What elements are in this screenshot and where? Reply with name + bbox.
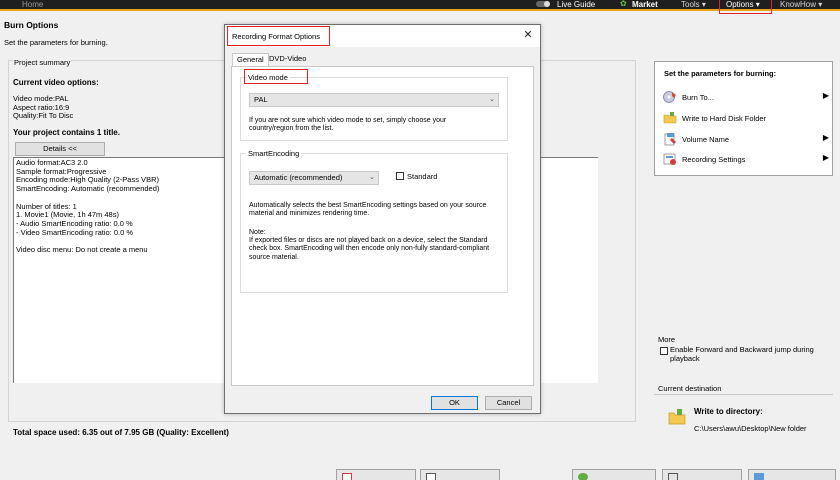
video-mode-help: If you are not sure which video mode to … [249, 117, 447, 133]
folder-icon [663, 112, 677, 124]
recording-settings-icon [663, 153, 676, 165]
burn-icon [668, 473, 678, 480]
video-mode-value: PAL [254, 95, 268, 104]
tab-general[interactable]: General [232, 53, 269, 67]
menu-tools[interactable]: Tools ▾ [681, 0, 706, 9]
top-menu-bar: Home Live Guide ✿ Market Tools ▾ Options… [0, 0, 840, 14]
destination-folder-icon [668, 409, 686, 425]
project-titles-count: Your project contains 1 title. [13, 128, 120, 137]
current-destination-label: Current destination [658, 384, 722, 393]
close-icon[interactable]: ✕ [521, 28, 535, 42]
smartencoding-group: SmartEncoding Automatic (recommended) ⌄ … [240, 149, 508, 293]
smartencoding-select[interactable]: Automatic (recommended) ⌄ [249, 171, 379, 185]
video-mode-group: Video mode PAL ⌄ If you are not sure whi… [240, 69, 508, 141]
forward-backward-checkbox[interactable] [660, 347, 668, 355]
menu-options[interactable]: Options ▾ [726, 0, 760, 9]
current-video-options-title: Current video options: [13, 78, 99, 87]
volume-name-icon [664, 133, 676, 146]
standard-checkbox[interactable] [396, 172, 404, 180]
volume-name-label: Volume Name [682, 135, 730, 144]
write-to-hard-disk-item[interactable]: Write to Hard Disk Folder [663, 111, 829, 125]
market-icon: ✿ [620, 0, 627, 8]
page-title: Burn Options [4, 20, 59, 30]
current-video-options-list: Video mode:PAL Aspect ratio:16:9 Quality… [13, 94, 74, 121]
video-mode-select[interactable]: PAL ⌄ [249, 93, 499, 107]
tab-dvd-video[interactable]: DVD-Video [265, 53, 310, 66]
submenu-arrow-icon: ▶ [822, 133, 829, 142]
menu-home[interactable]: Home [22, 0, 43, 9]
menu-knowhow[interactable]: KnowHow ▾ [780, 0, 822, 9]
note-text: If exported files or discs are not playe… [249, 237, 490, 261]
burn-to-label: Burn To... [682, 93, 714, 102]
project-summary-heading: Project summary [13, 58, 72, 67]
destination-title: Write to directory: [694, 407, 763, 416]
smartencoding-help: Automatically selects the best SmartEnco… [249, 202, 487, 218]
burn-parameters-title: Set the parameters for burning: [664, 69, 777, 78]
submenu-arrow-icon: ▶ [822, 153, 829, 162]
dialog-titlebar[interactable]: Recording Format Options ✕ [225, 25, 540, 47]
submenu-arrow-icon: ▶ [822, 91, 829, 100]
video-mode-legend: Video mode [246, 73, 290, 82]
chevron-down-icon: ⌄ [369, 174, 375, 181]
destination-path: C:\Users\awu\Desktop\New folder [694, 424, 807, 433]
smartencoding-legend: SmartEncoding [246, 149, 302, 158]
volume-name-item[interactable]: Volume Name ▶ [663, 132, 829, 146]
recording-settings-item[interactable]: Recording Settings ▶ [663, 152, 829, 166]
toggle-icon[interactable] [536, 1, 550, 7]
chevron-down-icon: ⌄ [489, 96, 495, 103]
dialog-title: Recording Format Options [232, 32, 320, 41]
burn-to-item[interactable]: Burn To... ▶ [663, 90, 829, 104]
smartencoding-value: Automatic (recommended) [254, 173, 343, 182]
standard-label: Standard [407, 172, 438, 181]
option-line: Quality:Fit To Disc [13, 111, 74, 121]
menu-live-guide[interactable]: Live Guide [557, 0, 595, 9]
disc-burn-icon [663, 91, 676, 103]
save-icon [342, 473, 352, 480]
bottom-action-button-1[interactable] [336, 469, 416, 480]
menu-market[interactable]: Market [632, 0, 658, 9]
forward-backward-label: Enable Forward and Backward jump during … [670, 345, 814, 363]
cancel-button[interactable]: Cancel [485, 396, 532, 410]
write-icon [754, 473, 764, 480]
bottom-action-button-5[interactable] [748, 469, 836, 480]
burn-parameters-panel: Set the parameters for burning: Burn To.… [654, 61, 833, 176]
bottom-action-button-4[interactable] [662, 469, 742, 480]
back-icon [578, 473, 588, 480]
details-button[interactable]: Details << [15, 142, 105, 156]
bottom-action-button-3[interactable] [572, 469, 656, 480]
page-subtitle: Set the parameters for burning. [4, 38, 108, 47]
more-section-label: More [658, 335, 676, 344]
write-to-hard-disk-label: Write to Hard Disk Folder [682, 114, 767, 123]
note-label: Note: [249, 229, 266, 236]
general-tab-panel: Video mode PAL ⌄ If you are not sure whi… [231, 66, 534, 386]
recording-format-options-dialog: Recording Format Options ✕ General DVD-V… [224, 24, 541, 414]
ok-button[interactable]: OK [431, 396, 478, 410]
total-space-used: Total space used: 6.35 out of 7.95 GB (Q… [13, 428, 229, 437]
bottom-action-button-2[interactable] [420, 469, 500, 480]
save-as-icon [426, 473, 436, 480]
destination-divider [654, 394, 833, 395]
recording-settings-label: Recording Settings [682, 155, 746, 164]
